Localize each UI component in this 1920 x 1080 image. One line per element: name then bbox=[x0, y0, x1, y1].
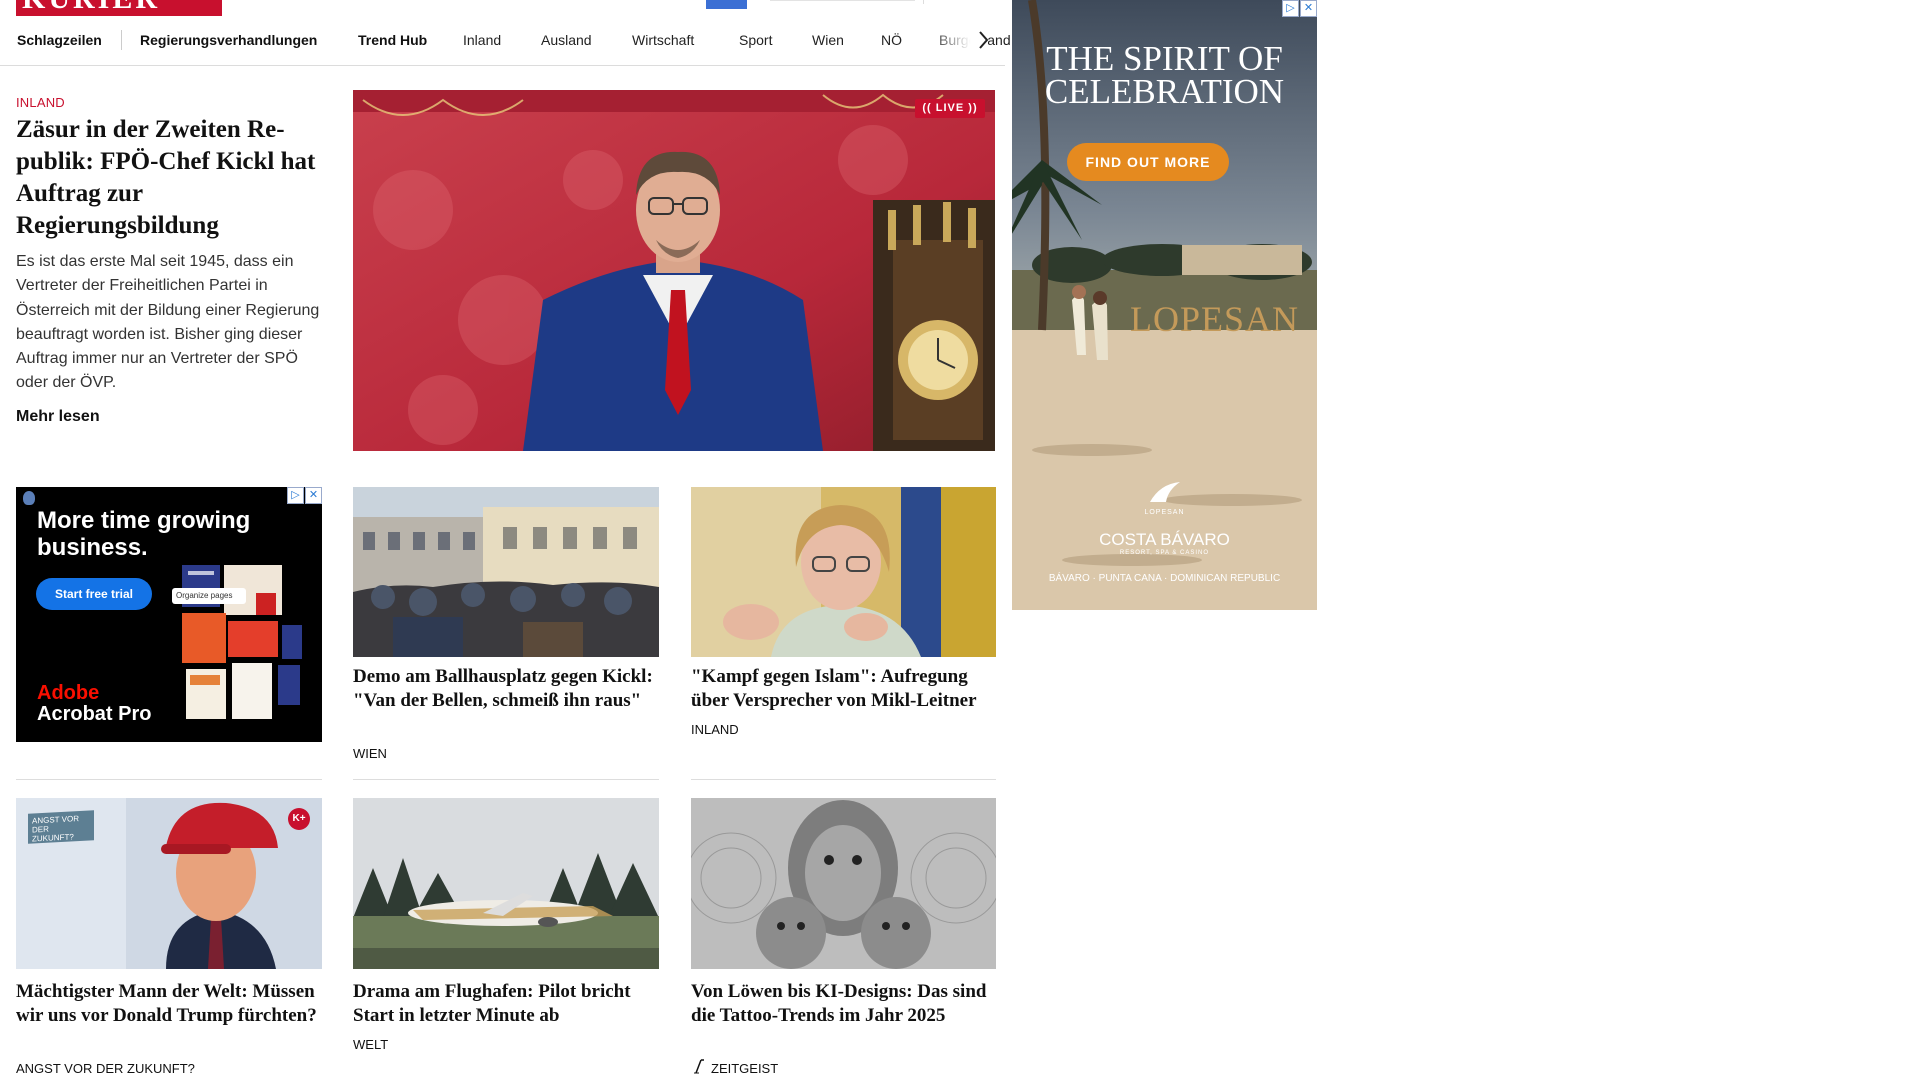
ad-close-icon[interactable]: ✕ bbox=[1300, 0, 1317, 17]
main-navigation: Schlagzeilen Regierungsverhandlungen Tre… bbox=[0, 26, 1011, 66]
lead-image[interactable] bbox=[353, 90, 995, 451]
logo-text: KURIER bbox=[22, 0, 160, 16]
row-divider bbox=[16, 779, 322, 780]
ad-info-icon[interactable]: ▷ bbox=[1282, 0, 1299, 17]
seabird-logo-icon bbox=[1148, 480, 1182, 506]
ad-right-headline: THE SPIRIT OF CELEBRATION bbox=[1044, 39, 1285, 111]
card-title-mikl-leitner[interactable]: "Kampf gegen Islam": Aufregung über Vers… bbox=[691, 665, 1001, 713]
live-badge: (( LIVE )) bbox=[915, 99, 985, 118]
ad-chip: Organize pages bbox=[172, 588, 246, 604]
card-tag-inland[interactable]: INLAND bbox=[691, 722, 739, 737]
card-title-tattoo[interactable]: Von Löwen bis KI-Designs: Das sind die T… bbox=[691, 980, 1001, 1028]
find-out-more-button[interactable]: FIND OUT MORE bbox=[1067, 143, 1229, 181]
nav-item-wien[interactable]: Wien bbox=[812, 32, 844, 48]
row-divider bbox=[691, 779, 996, 780]
lopesan-ad[interactable]: THE SPIRIT OF CELEBRATION FIND OUT MORE … bbox=[1012, 0, 1317, 610]
card-image-trump[interactable]: ANGST VOR DER ZUKUNFT? K+ bbox=[16, 798, 322, 969]
header-tick bbox=[923, 0, 924, 4]
card-image-mikl-leitner[interactable] bbox=[691, 487, 996, 657]
nav-item-wirtschaft[interactable]: Wirtschaft bbox=[632, 32, 694, 48]
card-tag-angst[interactable]: ANGST VOR DER ZUKUNFT? bbox=[16, 1061, 195, 1076]
header-line bbox=[770, 0, 915, 1]
lead-teaser: Es ist das erste Mal seit 1945, dass ein… bbox=[16, 253, 320, 392]
row-divider bbox=[353, 779, 659, 780]
card-title-flughafen[interactable]: Drama am Flughafen: Pilot bricht Start i… bbox=[353, 980, 663, 1028]
start-free-trial-button[interactable]: Start free trial bbox=[36, 578, 152, 610]
chevron-right-icon[interactable] bbox=[974, 28, 994, 52]
card-image-tattoo[interactable] bbox=[691, 798, 996, 969]
ad-right-sign: LOPESAN bbox=[1130, 299, 1300, 339]
adobe-ad[interactable]: ▷ ✕ More time growing business. Start fr… bbox=[16, 487, 322, 742]
card-title-trump[interactable]: Mächtigster Mann der Welt: Müs­sen wir u… bbox=[16, 980, 326, 1028]
ad-info-icon[interactable]: ▷ bbox=[287, 487, 304, 504]
ad-headline: More time growing business. bbox=[37, 507, 251, 561]
card-tag-welt[interactable]: WELT bbox=[353, 1037, 388, 1052]
ad-brand-product: Acrobat Pro bbox=[37, 703, 152, 725]
image-badge-angst: ANGST VOR DER ZUKUNFT? bbox=[28, 810, 94, 844]
card-title-demo[interactable]: Demo am Ballhausplatz gegen Kickl: "Van … bbox=[353, 665, 663, 713]
lead-headline[interactable]: Zäsur in der Zweiten Re­publik: FPÖ-Chef… bbox=[16, 114, 316, 242]
ad-close-icon[interactable]: ✕ bbox=[305, 487, 322, 504]
header-blue-chip bbox=[706, 0, 747, 9]
read-more-link[interactable]: Mehr lesen bbox=[16, 408, 100, 426]
kurier-plus-icon: K+ bbox=[288, 808, 310, 830]
ad-brand-adobe: Adobe bbox=[37, 682, 100, 704]
lead-kicker[interactable]: INLAND bbox=[16, 95, 65, 110]
ad-right-brand-small: LOPESAN bbox=[1144, 509, 1185, 516]
nav-item-regierungsverhandlungen[interactable]: Regierungsverhandlungen bbox=[140, 32, 317, 48]
ad-choices[interactable]: ▷ ✕ bbox=[1281, 0, 1317, 17]
ad-right-brand-sub: RESORT, SPA & CASINO bbox=[1119, 550, 1210, 556]
nav-item-ausland[interactable]: Ausland bbox=[541, 32, 592, 48]
pen-icon bbox=[693, 1058, 705, 1074]
nav-item-noe[interactable]: NÖ bbox=[881, 32, 902, 48]
kurier-logo[interactable]: KURIER bbox=[16, 0, 222, 16]
card-tag-demo[interactable]: WIEN bbox=[353, 746, 387, 761]
card-image-demo[interactable] bbox=[353, 487, 659, 657]
nav-item-sport[interactable]: Sport bbox=[739, 32, 772, 48]
ad-choices[interactable]: ▷ ✕ bbox=[286, 487, 322, 504]
nav-separator bbox=[121, 30, 122, 50]
nav-item-schlagzeilen[interactable]: Schlagzeilen bbox=[17, 32, 102, 48]
card-image-flughafen[interactable] bbox=[353, 798, 659, 969]
ad-right-brand: COSTA BÁVARO bbox=[1099, 530, 1230, 549]
ad-shield-icon bbox=[23, 491, 35, 505]
nav-item-inland[interactable]: Inland bbox=[463, 32, 501, 48]
nav-item-trend-hub[interactable]: Trend Hub bbox=[358, 32, 427, 48]
card-tag-zeitgeist[interactable]: ZEITGEIST bbox=[711, 1061, 778, 1076]
ad-right-footer: BÁVARO · PUNTA CANA · DOMINICAN REPUBLIC bbox=[1048, 573, 1281, 584]
